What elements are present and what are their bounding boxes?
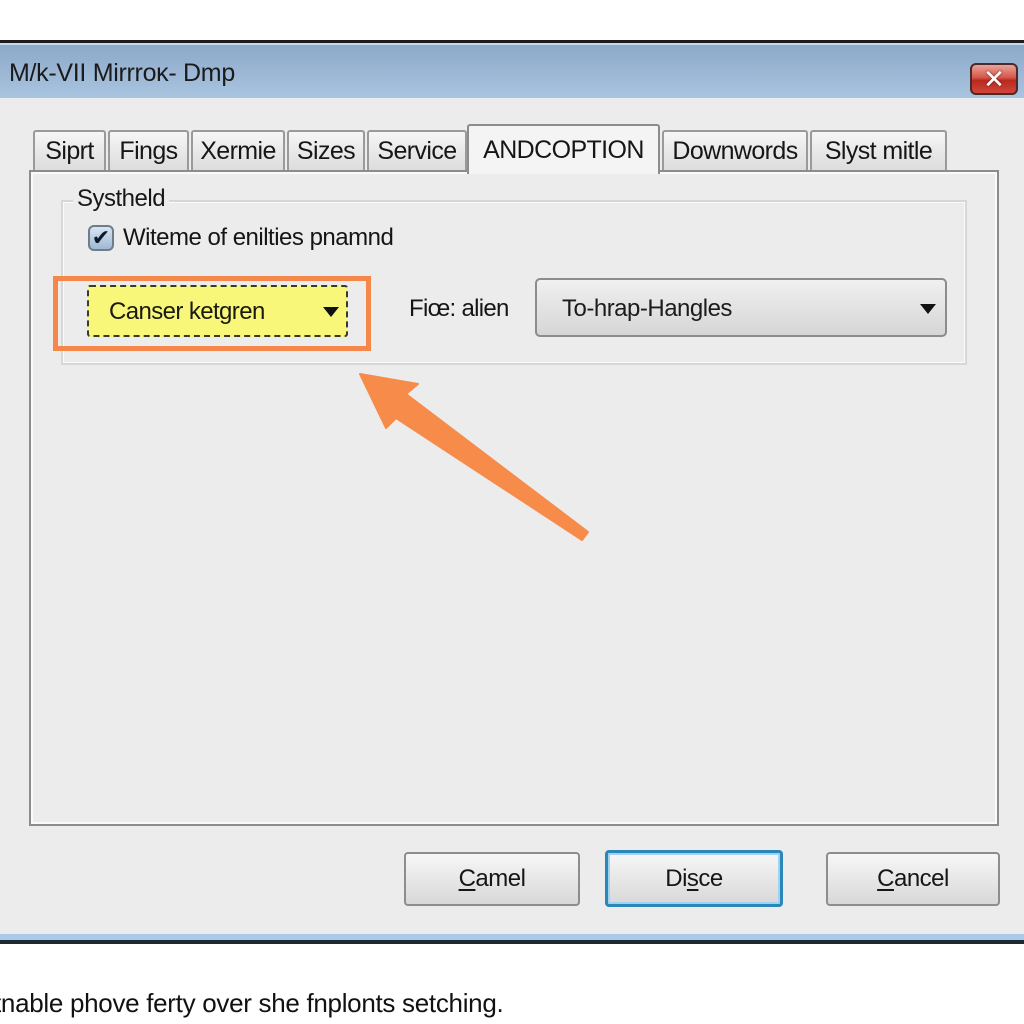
checkbox-label: Witeme of enilties pnamnd: [123, 224, 394, 251]
option-dropdown[interactable]: To-hrap-Hangles: [535, 278, 947, 337]
tab-label: Fings: [119, 136, 178, 165]
title-bar[interactable]: M/k-VII Mirrroĸ- Dmp ✕: [0, 43, 1024, 98]
checkbox-option[interactable]: ✔ Witeme of enilties pnamnd: [88, 224, 394, 252]
tab-label: Xermie: [200, 136, 276, 165]
button-label: Camel: [459, 865, 526, 893]
mnemonic: C: [458, 865, 476, 892]
checkmark-icon: ✔: [91, 225, 111, 250]
tab-label: Service: [377, 136, 457, 165]
close-button[interactable]: ✕: [970, 63, 1018, 95]
annotation-arrow-shape: [359, 373, 589, 541]
tab-service[interactable]: Service: [367, 130, 467, 170]
caption-text: tnable phove ferty over she fnplonts set…: [0, 988, 504, 1018]
tab-label: ANDCOPTION: [483, 135, 644, 164]
tab-andcoption[interactable]: ANDCOPTION: [467, 124, 660, 174]
window-title: M/k-VII Mirrroĸ- Dmp: [9, 59, 235, 87]
tab-siprt[interactable]: Siprt: [33, 130, 106, 170]
tab-xermie[interactable]: Xermie: [191, 130, 285, 170]
dropdown-value: Canser ketgren: [109, 298, 265, 325]
label-rest: amel: [475, 865, 526, 892]
tab-label: Downwords: [672, 136, 798, 165]
tab-sizes[interactable]: Sizes: [287, 130, 365, 170]
tab-label: Siprt: [45, 136, 94, 165]
tab-slyst-mitle[interactable]: Slyst mitle: [810, 130, 947, 170]
dropdown-caret-icon: [920, 304, 936, 314]
mnemonic: s: [686, 864, 699, 892]
cancel-button[interactable]: Cancel: [826, 852, 1000, 906]
dropdown-value: To-hrap-Hangles: [562, 295, 732, 322]
tab-label: Slyst mitle: [824, 136, 933, 165]
highlighted-dropdown[interactable]: Canser ketgren: [87, 285, 348, 337]
label-pre: Di: [665, 864, 687, 892]
label-rest: ce: [698, 864, 723, 892]
close-x-icon: ✕: [983, 64, 1005, 94]
mnemonic: C: [877, 865, 894, 892]
tab-label: Sizes: [296, 136, 356, 165]
label-rest: ancel: [893, 865, 949, 892]
checkbox[interactable]: ✔: [88, 225, 114, 251]
field-label: Fiœ: alien: [409, 295, 509, 322]
disce-button[interactable]: Disce: [605, 850, 783, 907]
button-label: Disce: [665, 865, 723, 893]
dropdown-caret-icon: [323, 307, 339, 317]
camel-button[interactable]: Camel: [404, 852, 580, 906]
group-label: Systheld: [73, 185, 170, 213]
tab-fings[interactable]: Fings: [108, 130, 189, 170]
annotation-arrow-icon: [359, 373, 589, 541]
button-label: Cancel: [877, 865, 949, 893]
tab-downwords[interactable]: Downwords: [662, 130, 808, 170]
